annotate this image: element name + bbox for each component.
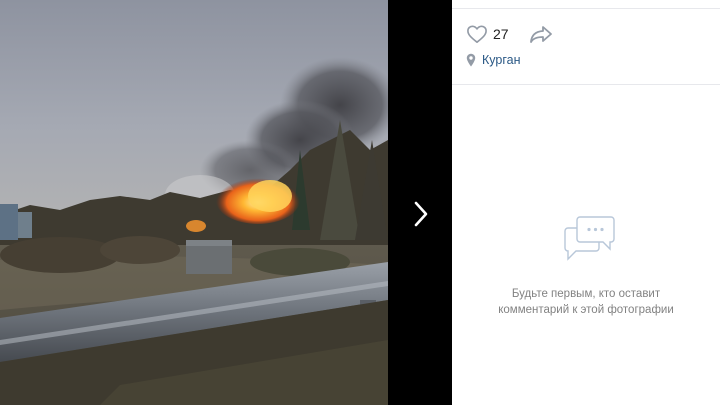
panel-top-divider [452,0,720,9]
likes-count: 27 [493,26,509,42]
map-pin-icon [466,53,476,67]
photo-info-panel: 27 Курган Будьте первым, кто оставит ком… [452,0,720,405]
chevron-right-icon [414,201,428,227]
panel-divider [452,84,720,85]
next-photo-button[interactable] [401,192,441,236]
comments-empty-line2: комментарий к этой фотографии [498,304,674,316]
location-label: Курган [482,53,521,67]
heart-icon [467,25,487,43]
comments-empty-message: Будьте первым, кто оставит комментарий к… [452,286,720,318]
post-actions: 27 [466,22,553,46]
photo[interactable] [0,0,388,405]
share-button[interactable] [529,25,553,43]
share-arrow-icon [529,26,552,43]
comments-empty-line1: Будьте первым, кто оставит [511,288,661,300]
comments-empty-icon [560,214,616,272]
like-button[interactable]: 27 [466,24,509,44]
location-link[interactable]: Курган [466,53,520,67]
photo-image [0,0,388,405]
